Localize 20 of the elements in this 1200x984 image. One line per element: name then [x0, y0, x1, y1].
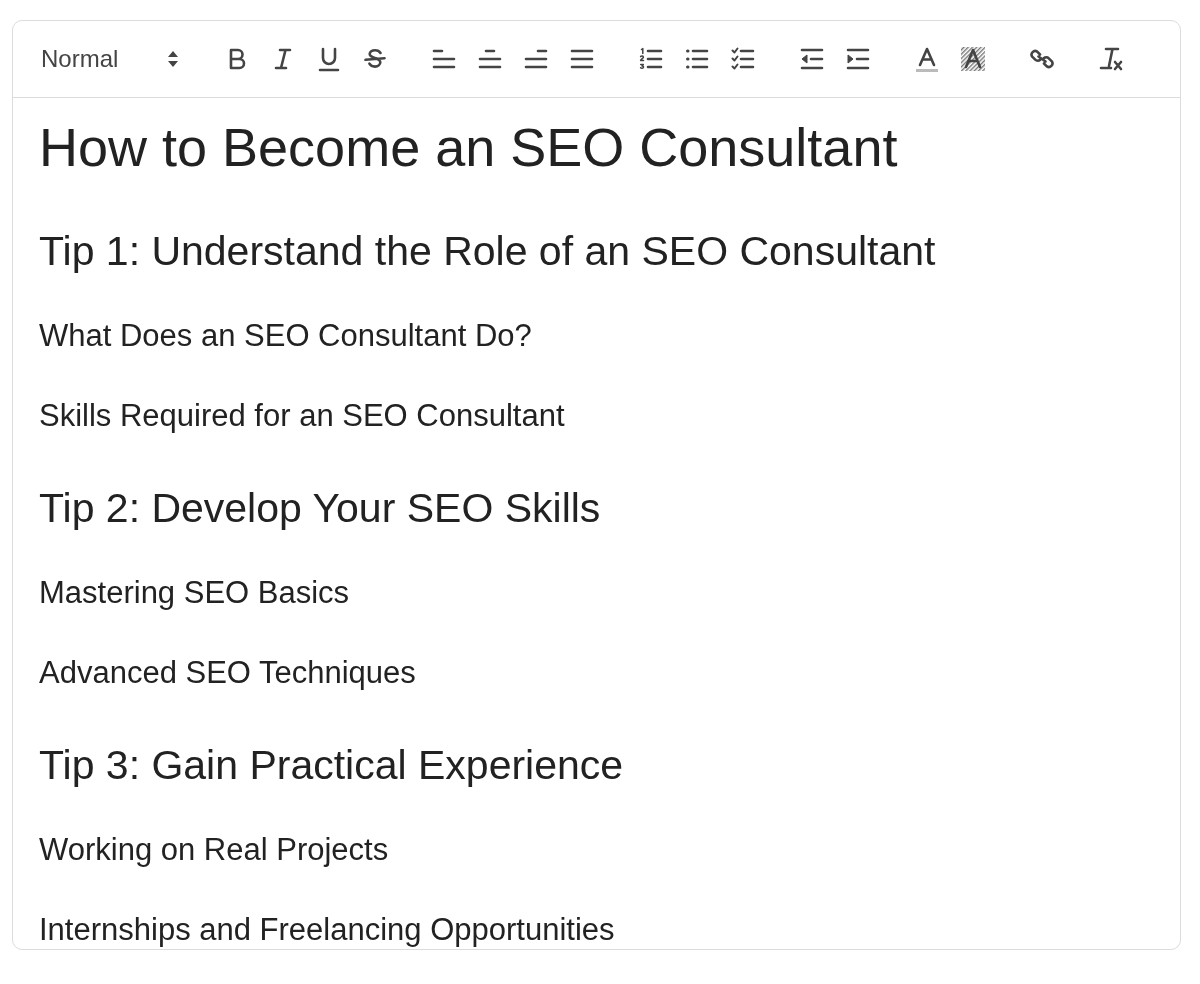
checklist-icon [730, 46, 756, 72]
numbered-list-icon [638, 46, 664, 72]
subsection-heading: Skills Required for an SEO Consultant [39, 397, 565, 435]
highlight-color-icon [960, 46, 986, 72]
outdent-icon [799, 46, 825, 72]
text-color-icon [914, 46, 940, 72]
underline-icon [316, 46, 342, 72]
document-title: How to Become an SEO Consultant [39, 116, 898, 179]
section-heading: Tip 2: Develop Your SEO Skills [39, 484, 601, 533]
clear-formatting-icon [1098, 46, 1124, 72]
subsection-heading: Working on Real Projects [39, 831, 389, 869]
indent-icon [845, 46, 871, 72]
subsection-heading: Advanced SEO Techniques [39, 654, 416, 692]
section-heading: Tip 1: Understand the Role of an SEO Consultant [39, 227, 936, 276]
sort-arrows-icon [167, 50, 179, 68]
subsection-heading: What Does an SEO Consultant Do? [39, 317, 532, 355]
format-select[interactable]: Normal [29, 39, 191, 79]
subsection-heading: Internships and Freelancing Opportunities [39, 911, 615, 949]
subsection-heading: Mastering SEO Basics [39, 574, 350, 612]
section-heading: Tip 3: Gain Practical Experience [39, 741, 624, 790]
